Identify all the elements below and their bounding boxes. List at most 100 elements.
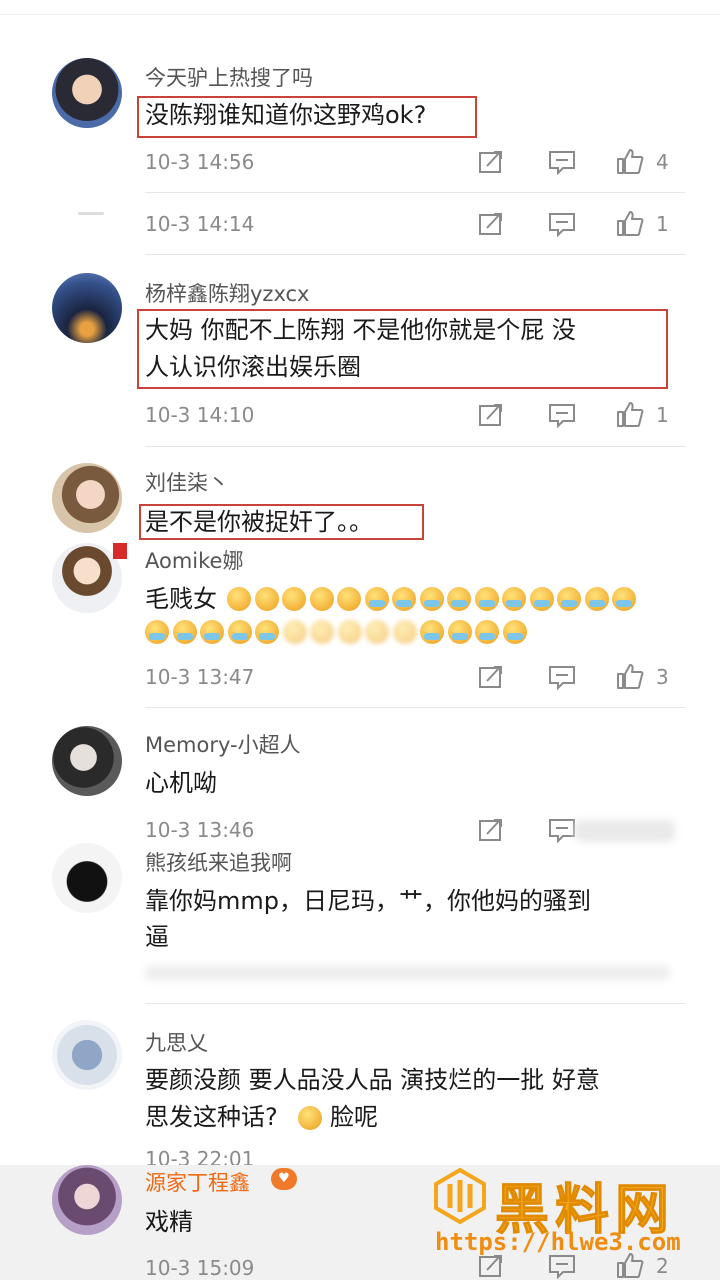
emoji-icon — [420, 620, 444, 644]
like-count: 2 — [656, 1254, 669, 1278]
emoji-row-2 — [145, 620, 530, 644]
like-count: 1 — [656, 403, 669, 427]
emoji-icon — [254, 587, 279, 611]
divider — [145, 254, 685, 255]
emoji-icon — [172, 620, 197, 644]
repost-icon[interactable] — [478, 211, 504, 237]
comment-icon[interactable] — [548, 817, 576, 843]
timestamp: 10-3 13:47 — [145, 665, 255, 689]
avatar-fragment — [78, 212, 104, 215]
blurred-region — [575, 820, 675, 842]
red-flag-icon — [113, 543, 127, 559]
emoji-icon — [365, 620, 389, 644]
comment-icon[interactable] — [548, 1253, 576, 1279]
emoji-icon — [282, 620, 307, 644]
divider — [145, 707, 685, 708]
repost-icon[interactable] — [478, 1253, 504, 1279]
emoji-icon — [447, 620, 472, 644]
watermark-url: https://hlwe3.com — [435, 1228, 681, 1256]
emoji-icon — [227, 620, 252, 644]
timestamp: 10-3 15:09 — [145, 1256, 255, 1280]
emoji-icon — [447, 587, 471, 611]
username[interactable]: 今天驴上热搜了吗 — [145, 62, 313, 92]
fan-badge-icon: ♥ — [271, 1168, 297, 1190]
blurred-region — [145, 966, 670, 980]
like-count: 3 — [656, 665, 669, 689]
username[interactable]: 九思乂 — [145, 1027, 208, 1057]
emoji-icon — [612, 587, 636, 611]
emoji-icon — [584, 587, 609, 611]
username[interactable]: 源家丁程鑫 — [145, 1167, 250, 1197]
username[interactable]: 刘佳柒丶 — [145, 467, 229, 497]
comment-icon[interactable] — [548, 402, 576, 428]
emoji-icon — [529, 587, 554, 611]
avatar[interactable] — [52, 543, 122, 613]
comment-text-line-2: 逼 — [145, 923, 169, 951]
like-count: 4 — [656, 150, 669, 174]
emoji-row-1 — [227, 587, 640, 611]
repost-icon[interactable] — [478, 402, 504, 428]
comment-text-tail: 脸呢 — [330, 1103, 378, 1131]
comment-text: 戏精 — [145, 1208, 193, 1236]
emoji-icon — [309, 587, 334, 611]
comment-icon[interactable] — [548, 664, 576, 690]
timestamp: 10-3 14:56 — [145, 150, 255, 174]
like-count: 1 — [656, 212, 669, 236]
emoji-icon — [392, 620, 417, 644]
divider — [145, 192, 685, 193]
emoji-icon — [337, 587, 361, 611]
thumbs-up-icon[interactable] — [616, 209, 644, 237]
emoji-icon — [502, 587, 526, 611]
smile-emoji-icon — [298, 1106, 322, 1130]
thumbs-up-icon[interactable] — [616, 400, 644, 428]
emoji-icon — [282, 587, 306, 611]
comment-text-line-1: 靠你妈mmp，日尼玛，艹，你他妈的骚到 — [145, 887, 591, 915]
avatar[interactable] — [52, 1165, 122, 1235]
watermark-logo-icon — [432, 1167, 488, 1228]
emoji-icon — [310, 620, 334, 644]
emoji-icon — [502, 620, 527, 644]
avatar[interactable] — [52, 843, 122, 913]
comment-text-line-1: 要颜没颜 要人品没人品 演技烂的一批 好意 — [145, 1066, 600, 1094]
repost-icon[interactable] — [478, 149, 504, 175]
comment-text: 毛贱女 — [145, 585, 217, 613]
emoji-icon — [364, 587, 389, 611]
avatar[interactable] — [52, 463, 122, 533]
avatar[interactable] — [52, 1020, 122, 1090]
emoji-icon — [475, 620, 499, 644]
avatar[interactable] — [52, 58, 122, 128]
thumbs-up-icon[interactable] — [616, 662, 644, 690]
comment-text-line-2: 思发这种话? — [145, 1103, 278, 1131]
emoji-icon — [419, 587, 444, 611]
divider — [145, 1003, 685, 1004]
repost-icon[interactable] — [478, 817, 504, 843]
top-divider — [0, 14, 720, 15]
timestamp: 10-3 14:10 — [145, 403, 255, 427]
avatar[interactable] — [52, 273, 122, 343]
username[interactable]: 杨梓鑫陈翔yzxcx — [145, 278, 309, 308]
username[interactable]: 熊孩纸来追我啊 — [145, 847, 292, 877]
highlight-box — [139, 504, 424, 540]
emoji-icon — [557, 587, 581, 611]
emoji-icon — [200, 620, 224, 644]
username[interactable]: Memory-小超人 — [145, 729, 301, 759]
comment-icon[interactable] — [548, 211, 576, 237]
emoji-icon — [227, 587, 251, 611]
emoji-icon — [145, 620, 169, 644]
emoji-icon — [255, 620, 279, 644]
highlight-box — [137, 309, 668, 389]
username[interactable]: Aomike娜 — [145, 545, 243, 575]
comment-icon[interactable] — [548, 149, 576, 175]
repost-icon[interactable] — [478, 664, 504, 690]
highlight-box — [137, 96, 477, 138]
divider — [145, 446, 685, 447]
emoji-icon — [474, 587, 499, 611]
thumbs-up-icon[interactable] — [616, 147, 644, 175]
timestamp: 10-3 13:46 — [145, 818, 255, 842]
emoji-icon — [392, 587, 416, 611]
avatar[interactable] — [52, 726, 122, 796]
emoji-icon — [337, 620, 362, 644]
timestamp: 10-3 14:14 — [145, 212, 255, 236]
timestamp: 10-3 22:01 — [145, 1147, 255, 1165]
comment-text: 心机呦 — [145, 769, 217, 797]
